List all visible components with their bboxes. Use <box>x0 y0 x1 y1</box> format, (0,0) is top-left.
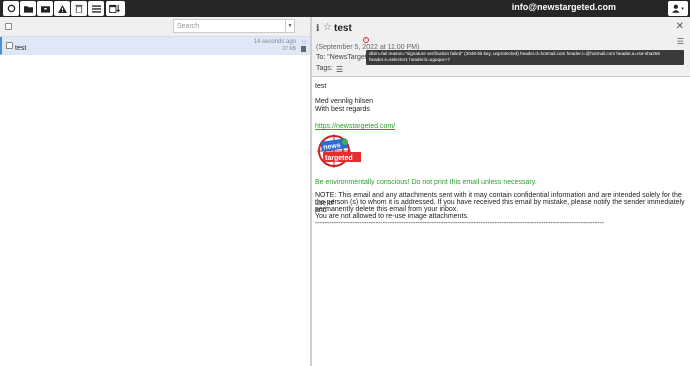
folder-icon <box>23 5 33 13</box>
user-email: info@newstargeted.com <box>511 2 616 12</box>
calendar-icon <box>109 4 120 13</box>
message-view: i ☆ test ✕ ☰ (September 5, 2022 at 11:00… <box>312 17 690 366</box>
close-icon[interactable]: ✕ <box>676 21 684 32</box>
message-menu-icon[interactable]: ☰ <box>677 37 684 46</box>
message-header: i ☆ test ✕ ☰ (September 5, 2022 at 11:00… <box>312 17 690 77</box>
search-placeholder: Search <box>177 22 200 30</box>
separator-line: ----------------------------------------… <box>315 220 605 227</box>
refresh-icon <box>7 4 15 13</box>
tags-label: Tags: <box>316 65 333 72</box>
flag-star-icon[interactable]: ☆ <box>301 38 307 46</box>
archive-icon <box>40 5 50 13</box>
folders-button[interactable] <box>20 1 36 16</box>
menu-icon <box>91 4 101 13</box>
top-toolbar: info@newstargeted.com <box>0 0 690 17</box>
select-all-checkbox[interactable] <box>5 23 12 30</box>
chevron-down-icon: ▼ <box>287 23 293 29</box>
refresh-button[interactable] <box>3 1 19 16</box>
search-input[interactable]: Search ▼ <box>173 19 295 33</box>
message-checkbox[interactable] <box>6 42 13 49</box>
archive-button[interactable] <box>37 1 53 16</box>
spam-icon <box>57 4 67 13</box>
message-list-header: Search ▼ <box>0 17 310 37</box>
body-closing: Med vennlig hilsen <box>315 98 373 105</box>
info-icon[interactable]: i <box>316 24 319 34</box>
spam-button[interactable] <box>54 1 70 16</box>
delete-button[interactable] <box>71 1 87 16</box>
svg-text:news: news <box>323 142 341 151</box>
body-regards: With best regards <box>315 106 370 113</box>
delete-icon <box>75 4 83 13</box>
bookmark-icon[interactable] <box>301 46 306 52</box>
calendar-sort-button[interactable] <box>106 1 125 16</box>
environment-notice: Be environmentally conscious! Do not pri… <box>315 179 537 186</box>
message-list-item[interactable]: test 14 seconds ago 37 KB ☆ <box>0 37 310 55</box>
message-title: test <box>334 23 352 34</box>
news-targeted-logo: news targeted <box>317 134 361 168</box>
body-text: test <box>315 83 327 90</box>
user-icon <box>672 4 684 13</box>
message-size: 37 KB <box>282 46 296 52</box>
dkim-warning-icon[interactable]: ! <box>363 37 369 43</box>
message-time: 14 seconds ago <box>253 39 296 45</box>
svg-text:targeted: targeted <box>325 155 353 162</box>
tags-menu-icon[interactable]: ☰ <box>336 65 343 74</box>
message-subject: test <box>15 45 27 52</box>
star-icon[interactable]: ☆ <box>323 22 332 33</box>
menu-button[interactable] <box>88 1 104 16</box>
search-options-dropdown[interactable]: ▼ <box>285 20 294 32</box>
dkim-tooltip: dkim=fail reason="signature verification… <box>366 50 684 65</box>
website-link[interactable]: https://newstargeted.com/ <box>315 123 395 131</box>
user-menu-button[interactable] <box>668 1 688 16</box>
